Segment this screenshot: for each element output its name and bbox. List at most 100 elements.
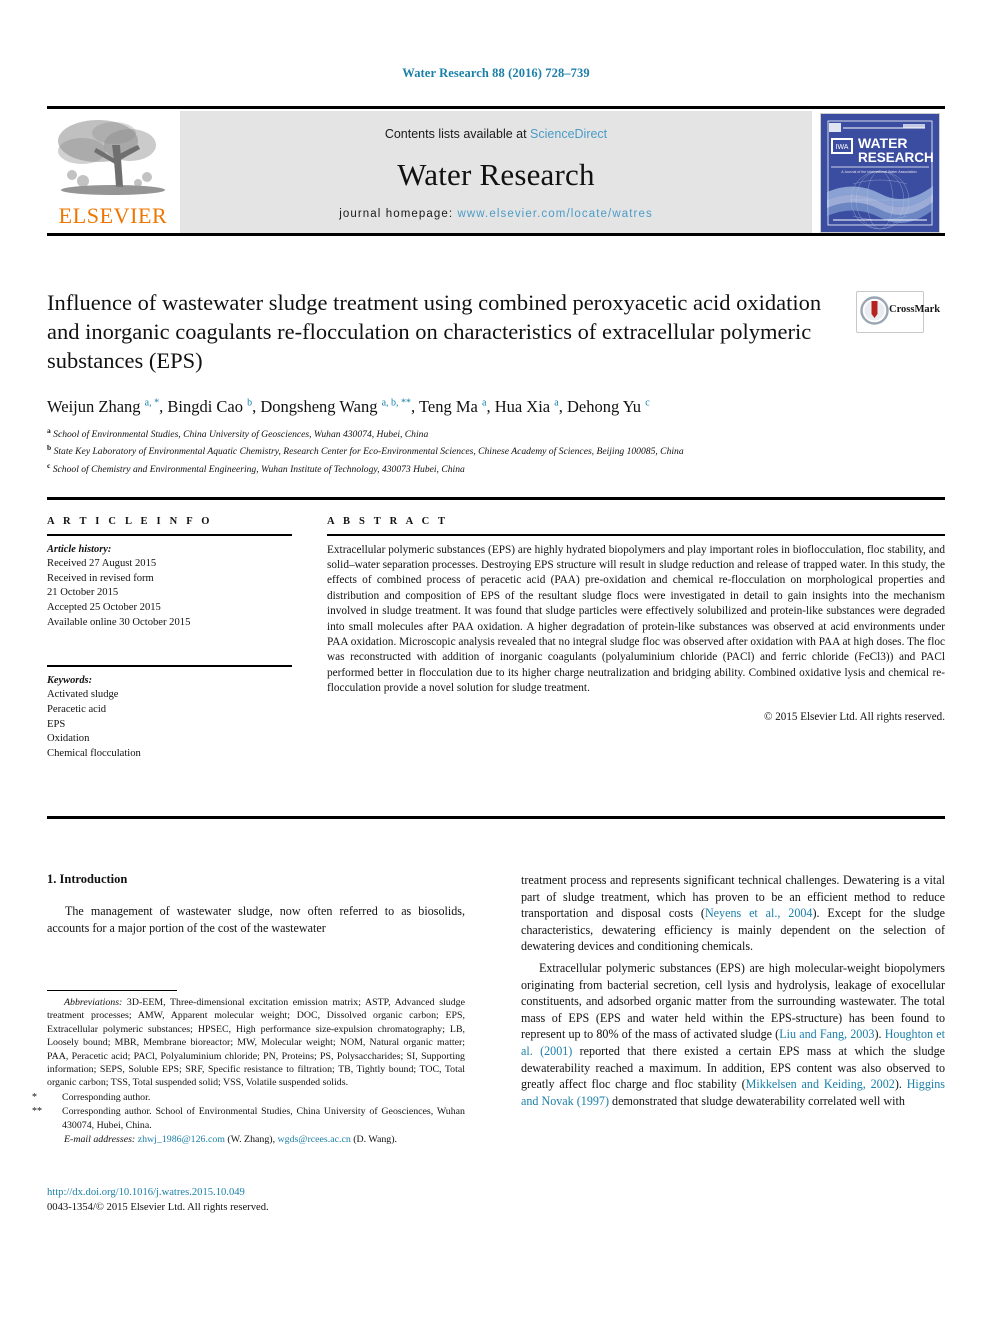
doi-link[interactable]: http://dx.doi.org/10.1016/j.watres.2015.… bbox=[47, 1186, 465, 1201]
article-info-column: A R T I C L E I N F O Article history: R… bbox=[47, 516, 292, 761]
masthead-top-rule bbox=[47, 106, 945, 109]
masthead-bottom-rule bbox=[47, 233, 945, 236]
affiliation-mark: a bbox=[47, 426, 51, 435]
article-title: Influence of wastewater sludge treatment… bbox=[47, 290, 822, 373]
svg-text:A Journal of the International: A Journal of the International Water Ass… bbox=[841, 170, 916, 174]
footnote-separator bbox=[47, 990, 177, 992]
keywords-rule bbox=[47, 665, 292, 667]
email-owner-1: (W. Zhang), bbox=[224, 1134, 278, 1146]
abstract-copyright: © 2015 Elsevier Ltd. All rights reserved… bbox=[764, 710, 945, 723]
crossmark-badge[interactable]: CrossMark bbox=[856, 291, 940, 333]
corresponding-author-note-2: ** Corresponding author. School of Enviro… bbox=[32, 1105, 465, 1132]
svg-text:WATER: WATER bbox=[858, 135, 908, 151]
info-band-bottom-rule bbox=[47, 816, 945, 819]
journal-cover-thumbnail: IWA WATER RESEARCH A Journal of the Inte… bbox=[815, 111, 945, 233]
intro-right-2-text-b: ). bbox=[874, 1027, 885, 1042]
body-column-left: 1. Introduction The management of wastew… bbox=[47, 872, 465, 941]
info-band-top-rule bbox=[47, 497, 945, 500]
section-heading-introduction: 1. Introduction bbox=[47, 872, 128, 886]
keyword-item: Oxidation bbox=[47, 733, 90, 745]
intro-right-2-text-e: demonstrated that sludge dewaterability … bbox=[609, 1093, 905, 1108]
affiliation-list: a School of Environmental Studies, China… bbox=[47, 424, 927, 476]
intro-paragraph-left: The management of wastewater sludge, now… bbox=[47, 904, 465, 935]
email-label: E-mail addresses: bbox=[64, 1134, 136, 1146]
journal-homepage-link[interactable]: www.elsevier.com/locate/watres bbox=[457, 208, 652, 220]
keyword-item: Peracetic acid bbox=[47, 703, 107, 715]
imprint-block: http://dx.doi.org/10.1016/j.watres.2015.… bbox=[47, 1186, 465, 1215]
citation-mikkelsen-keiding[interactable]: Mikkelsen and Keiding, 2002 bbox=[746, 1077, 895, 1091]
crossmark-label: CrossMark bbox=[889, 304, 941, 315]
author-affil-marks: c bbox=[645, 397, 650, 408]
article-history-item: Received 27 August 2015 bbox=[47, 558, 157, 570]
email-link-1[interactable]: zhwj_1986@126.com bbox=[138, 1134, 225, 1145]
email-owner-2: (D. Wang). bbox=[350, 1134, 397, 1146]
crossmark-icon bbox=[860, 296, 889, 325]
affiliation-item: b State Key Laboratory of Environmental … bbox=[47, 441, 927, 458]
author-sep: , bbox=[486, 396, 495, 416]
affiliation-text: State Key Laboratory of Environmental Aq… bbox=[53, 446, 684, 458]
abstract-heading: A B S T R A C T bbox=[327, 516, 449, 527]
author-list: Weijun Zhang a, *, Bingdi Cao b, Dongshe… bbox=[47, 392, 927, 418]
keyword-item: EPS bbox=[47, 718, 66, 730]
intro-paragraph-right-1: treatment process and represents signifi… bbox=[521, 872, 945, 955]
email-link-2[interactable]: wgds@rcees.ac.cn bbox=[278, 1134, 351, 1145]
author-item: Teng Ma a, bbox=[419, 397, 495, 416]
intro-right-2-text-d: ). bbox=[894, 1077, 907, 1092]
author-name: Teng Ma bbox=[418, 396, 478, 416]
article-history-label: Article history: bbox=[47, 543, 112, 555]
elsevier-wordmark: ELSEVIER bbox=[58, 203, 168, 228]
author-name: Weijun Zhang bbox=[47, 396, 141, 416]
svg-text:RESEARCH: RESEARCH bbox=[858, 150, 934, 165]
author-item: Weijun Zhang a, *, bbox=[47, 397, 167, 416]
masthead-center-band: Contents lists available at ScienceDirec… bbox=[180, 111, 812, 233]
abstract-text: Extracellular polymeric substances (EPS)… bbox=[327, 543, 945, 695]
corresponding-author-note-1: * Corresponding author. bbox=[32, 1091, 465, 1104]
body-column-right: treatment process and represents signifi… bbox=[521, 872, 945, 1114]
citation-liu-fang[interactable]: Liu and Fang, 2003 bbox=[779, 1027, 874, 1041]
article-history-item: Accepted 25 October 2015 bbox=[47, 601, 161, 613]
footnote-block: Abbreviations: 3D-EEM, Three-dimensional… bbox=[32, 996, 465, 1146]
author-affil-marks: a, * bbox=[144, 397, 160, 408]
abstract-rule bbox=[327, 534, 945, 536]
article-info-heading: A R T I C L E I N F O bbox=[47, 516, 213, 527]
abstract-column: A B S T R A C T Extracellular polymeric … bbox=[327, 516, 945, 723]
corresponding-text-2: Corresponding author. School of Environm… bbox=[62, 1106, 465, 1131]
corresponding-mark-2: ** bbox=[32, 1106, 42, 1118]
contents-prefix: Contents lists available at bbox=[384, 127, 531, 141]
author-name: Bingdi Cao bbox=[167, 396, 243, 416]
journal-title: Water Research bbox=[397, 157, 595, 192]
author-item: Bingdi Cao b, bbox=[167, 397, 260, 416]
running-head: Water Research 88 (2016) 728–739 bbox=[402, 66, 590, 80]
article-page: Water Research 88 (2016) 728–739 ELSEVIE… bbox=[0, 0, 992, 1323]
issn-copyright-line: 0043-1354/© 2015 Elsevier Ltd. All right… bbox=[47, 1201, 269, 1213]
elsevier-logo: ELSEVIER bbox=[47, 111, 179, 233]
author-name: Hua Xia bbox=[494, 396, 551, 416]
journal-cover-art: IWA WATER RESEARCH A Journal of the Inte… bbox=[821, 114, 939, 232]
citation-neyens[interactable]: Neyens et al., 2004 bbox=[705, 906, 813, 920]
keyword-item: Activated sludge bbox=[47, 689, 119, 701]
keyword-item: Chemical flocculation bbox=[47, 747, 141, 759]
affiliation-mark: b bbox=[47, 443, 52, 453]
affiliation-text: School of Environmental Studies, China U… bbox=[53, 429, 429, 441]
author-item: Hua Xia a, bbox=[495, 397, 567, 416]
affiliation-item: a School of Environmental Studies, China… bbox=[47, 424, 927, 441]
homepage-prefix: journal homepage: bbox=[339, 208, 458, 220]
corresponding-text-1: Corresponding author. bbox=[62, 1091, 151, 1103]
contents-available-line: Contents lists available at ScienceDirec… bbox=[180, 127, 812, 141]
svg-text:IWA: IWA bbox=[836, 144, 849, 151]
affiliation-mark: c bbox=[47, 460, 51, 470]
affiliation-item: c School of Chemistry and Environmental … bbox=[47, 459, 927, 476]
author-item: Dehong Yu c bbox=[567, 397, 650, 416]
corresponding-mark-1: * bbox=[32, 1091, 37, 1103]
abbreviations-text: 3D-EEM, Three-dimensional excitation emi… bbox=[47, 997, 465, 1089]
article-history-item: Received in revised form bbox=[47, 572, 154, 584]
author-name: Dehong Yu bbox=[566, 396, 642, 416]
email-addresses-note: E-mail addresses: zhwj_1986@126.com (W. … bbox=[47, 1133, 465, 1146]
abbreviations-label: Abbreviations: bbox=[64, 997, 123, 1008]
keywords-label: Keywords: bbox=[47, 674, 93, 686]
journal-masthead: ELSEVIER Contents lists available at Sci… bbox=[47, 106, 945, 236]
article-info-rule bbox=[47, 534, 292, 536]
intro-paragraph-right-2: Extracellular polymeric substances (EPS)… bbox=[521, 960, 945, 1109]
affiliation-text: School of Chemistry and Environmental En… bbox=[52, 463, 465, 475]
sciencedirect-link[interactable]: ScienceDirect bbox=[530, 127, 607, 141]
